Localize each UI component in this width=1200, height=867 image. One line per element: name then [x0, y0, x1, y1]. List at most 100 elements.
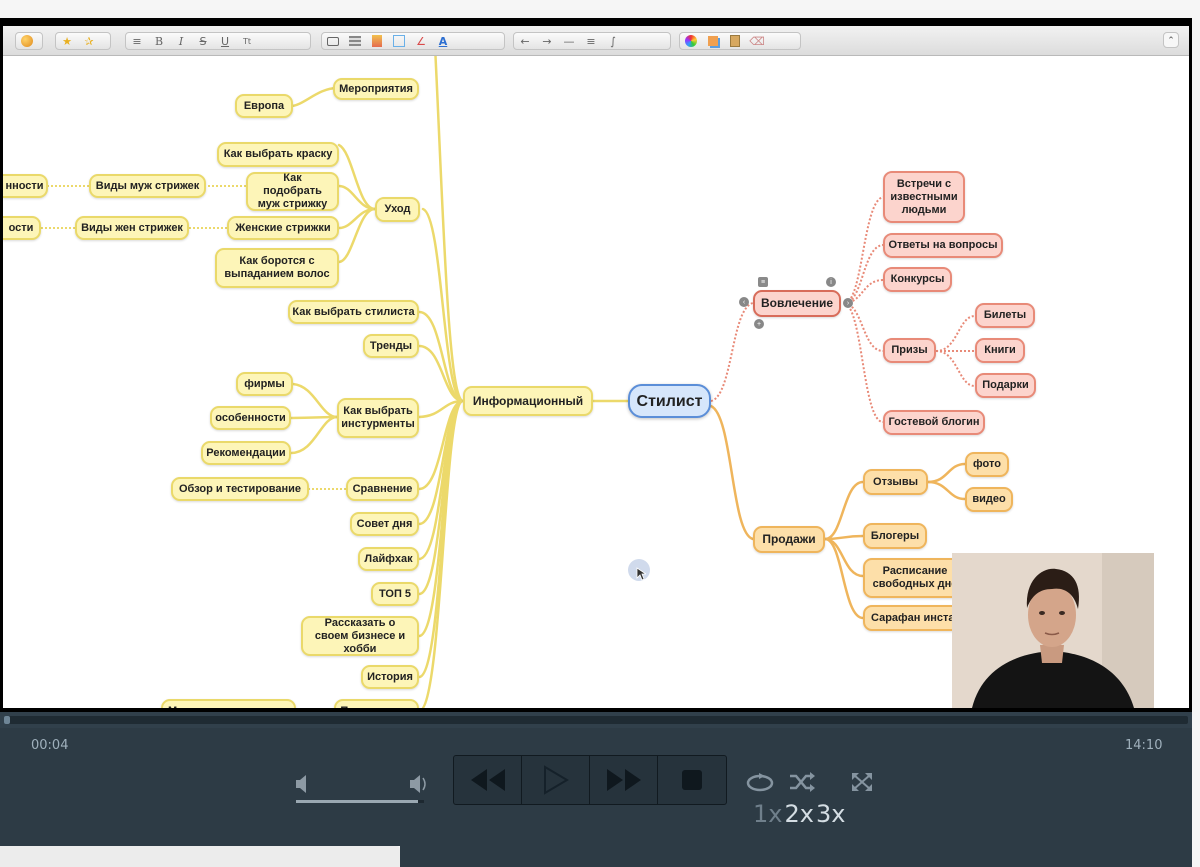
node-prizes[interactable]: Призы — [883, 338, 936, 363]
node-trends[interactable]: Тренды — [363, 334, 419, 358]
line-thick-icon[interactable]: ≡ — [580, 33, 602, 49]
node-meetings[interactable]: Встречи с известными людьми — [883, 171, 965, 223]
fast-forward-button[interactable] — [590, 756, 658, 804]
node-lifehack[interactable]: Лайфхак — [358, 547, 419, 571]
node-history[interactable]: История — [361, 665, 419, 689]
copy-style-icon[interactable] — [702, 33, 724, 49]
border-icon[interactable] — [388, 33, 410, 49]
node-review[interactable]: Обзор и тестирование — [171, 477, 309, 501]
line-solid-icon[interactable]: — — [558, 33, 580, 49]
node-comparison[interactable]: Сравнение — [346, 477, 419, 501]
node-collapse-left-icon[interactable]: ‹ — [739, 297, 749, 307]
node-books[interactable]: Книги — [975, 338, 1025, 363]
palette-icon[interactable] — [16, 33, 38, 49]
fullscreen-icon[interactable] — [850, 771, 874, 793]
arrow-right-icon[interactable]: → — [536, 33, 558, 49]
volume-low-icon[interactable] — [296, 775, 306, 793]
node-choose-paint[interactable]: Как выбрать краску — [217, 142, 339, 167]
total-duration: 14:10 — [1125, 738, 1163, 753]
curve-icon[interactable]: ∫ — [602, 33, 624, 49]
stop-button[interactable] — [658, 756, 726, 804]
fill-gradient-icon[interactable] — [366, 33, 388, 49]
node-men-haircuts[interactable]: Виды муж стрижек — [89, 174, 206, 198]
node-choose-men[interactable]: Как подобрать муж стрижку — [246, 172, 339, 211]
collapse-toolbar-icon[interactable]: ⌃ — [1163, 32, 1179, 48]
node-women-types[interactable]: Виды жен стрижек — [75, 216, 189, 240]
shape-rect-icon[interactable] — [322, 33, 344, 49]
node-women-sub[interactable]: ости — [3, 216, 41, 240]
node-women-cuts[interactable]: Женские стрижки — [227, 216, 339, 240]
toolbar-group-theme — [15, 32, 43, 50]
loop-icon[interactable] — [745, 771, 775, 793]
speed-1x[interactable]: 1x — [753, 800, 782, 828]
speed-2x[interactable]: 2x — [784, 800, 813, 828]
node-answers[interactable]: Ответы на вопросы — [883, 233, 1003, 258]
node-info-icon[interactable]: i — [826, 277, 836, 287]
bottom-right-panel — [400, 846, 1192, 867]
node-add-icon[interactable]: + — [754, 319, 764, 329]
right-edge-area — [1192, 18, 1200, 867]
align-center-icon[interactable]: ≡ — [126, 33, 148, 49]
node-masters[interactable]: Мастера этих городов — [161, 699, 296, 708]
strike-icon[interactable]: S — [192, 33, 214, 49]
node-sales[interactable]: Продажи — [753, 526, 825, 553]
text-color-icon[interactable]: A — [432, 33, 454, 49]
arrow-left-icon[interactable]: ← — [514, 33, 536, 49]
node-video[interactable]: видео — [965, 487, 1013, 512]
node-notes-icon[interactable]: ≡ — [758, 277, 768, 287]
node-care[interactable]: Уход — [375, 197, 420, 222]
node-engagement[interactable]: Вовлечение — [753, 290, 841, 317]
text-size-icon[interactable]: Tt — [236, 33, 258, 49]
node-reviews[interactable]: Отзывы — [863, 469, 928, 495]
node-guest[interactable]: Гостевой блогин — [883, 410, 985, 435]
node-tickets[interactable]: Билеты — [975, 303, 1035, 328]
video-screen[interactable]: ★ ✰ ≡ B I S U Tt ∠ A ← → — ≡ ∫ ⌫ ⌃ Европ… — [3, 26, 1189, 708]
italic-icon[interactable]: I — [170, 33, 192, 49]
node-word-of-mouth[interactable]: Сарафан инста — [863, 605, 963, 631]
node-collapse-right-icon[interactable]: › — [843, 298, 853, 308]
shuffle-icon[interactable] — [789, 771, 815, 793]
play-button[interactable] — [522, 756, 590, 804]
node-business[interactable]: Рассказать о своем бизнесе и хобби — [301, 616, 419, 656]
mouse-cursor-icon — [636, 567, 646, 581]
node-info[interactable]: Информационный — [463, 386, 593, 416]
bold-icon[interactable]: B — [148, 33, 170, 49]
presenter-avatar — [952, 553, 1154, 708]
node-hair-loss[interactable]: Как боротся с выпаданием волос — [215, 248, 339, 288]
toolbar-group-style: ⌫ — [679, 32, 801, 50]
progress-track[interactable] — [4, 716, 1188, 724]
star-plus-icon[interactable]: ✰ — [78, 33, 100, 49]
eraser-icon[interactable]: ⌫ — [746, 33, 768, 49]
line-color-icon[interactable]: ∠ — [410, 33, 432, 49]
node-choose-stylist[interactable]: Как выбрать стилиста — [288, 300, 419, 324]
node-choose-tools[interactable]: Как выбрать инстурменты — [337, 398, 419, 438]
node-gifts[interactable]: Подарки — [975, 373, 1036, 398]
node-recommendations[interactable]: Рекомендации — [201, 441, 291, 465]
star-icon[interactable]: ★ — [56, 33, 78, 49]
node-top5[interactable]: ТОП 5 — [371, 582, 419, 606]
node-contests[interactable]: Конкурсы — [883, 267, 952, 292]
speed-3x[interactable]: 3x — [816, 800, 845, 828]
rewind-button[interactable] — [454, 756, 522, 804]
bottom-left-panel — [0, 846, 400, 867]
volume-slider[interactable] — [296, 800, 424, 803]
fill-gray-icon[interactable] — [344, 33, 366, 49]
volume-high-icon[interactable] — [410, 775, 426, 793]
node-men-sub[interactable]: нности — [3, 174, 48, 198]
webcam-overlay — [952, 553, 1154, 708]
node-europe[interactable]: Европа — [235, 94, 293, 118]
node-firms[interactable]: фирмы — [236, 372, 293, 396]
node-photo[interactable]: фото — [965, 452, 1009, 477]
underline-icon[interactable]: U — [214, 33, 236, 49]
progress-bar[interactable] — [0, 712, 1192, 728]
node-features[interactable]: особенности — [210, 406, 291, 430]
node-advice[interactable]: Совет дня — [350, 512, 419, 536]
node-travel[interactable]: Путешествия — [334, 699, 419, 708]
mindmap-toolbar: ★ ✰ ≡ B I S U Tt ∠ A ← → — ≡ ∫ ⌫ ⌃ — [3, 26, 1189, 56]
node-events[interactable]: Мероприятия — [333, 78, 419, 100]
color-wheel-icon[interactable] — [680, 33, 702, 49]
node-bloggers[interactable]: Блогеры — [863, 523, 927, 549]
node-center-stylist[interactable]: Стилист — [628, 384, 711, 418]
stop-icon — [682, 770, 702, 790]
paste-style-icon[interactable] — [724, 33, 746, 49]
